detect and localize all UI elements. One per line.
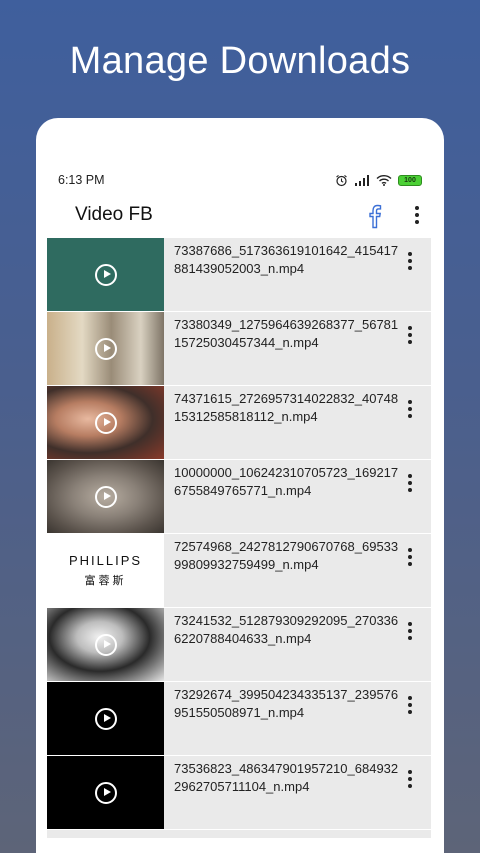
play-icon — [94, 337, 117, 360]
video-row[interactable]: 10000000_106242310705723_169217675584976… — [47, 460, 431, 534]
row-more-options-icon[interactable] — [405, 474, 415, 492]
video-row[interactable]: 73380349_1275964639268377_56781157250304… — [47, 312, 431, 386]
video-thumbnail[interactable] — [47, 312, 164, 385]
video-thumbnail[interactable] — [47, 238, 164, 311]
alarm-icon — [336, 174, 347, 186]
app-bar: Video FB — [36, 200, 444, 230]
row-more-options-icon[interactable] — [405, 622, 415, 640]
headline: Manage Downloads — [69, 40, 411, 82]
wifi-icon — [376, 174, 392, 186]
play-icon — [94, 707, 117, 730]
video-filename: 72574968_2427812790670768_69533998099327… — [174, 539, 399, 572]
play-icon — [94, 263, 117, 286]
play-icon — [94, 411, 117, 434]
bottom-nav-strip — [47, 830, 431, 838]
row-more-options-icon[interactable] — [405, 326, 415, 344]
video-list: 73387686_517363619101642_415417881439052… — [47, 238, 431, 830]
video-filename: 73292674_399504234335137_239576951550508… — [174, 687, 399, 720]
video-row[interactable]: 74371615_2726957314022832_40748153125858… — [47, 386, 431, 460]
play-icon — [94, 485, 117, 508]
signal-icon — [355, 174, 369, 186]
video-row[interactable]: 73387686_517363619101642_415417881439052… — [47, 238, 431, 312]
thumbnail-brand-text: PHILLIPS — [68, 553, 143, 568]
row-more-options-icon[interactable] — [405, 770, 415, 788]
video-thumbnail[interactable]: PHILLIPS 富蓉斯 — [47, 534, 164, 607]
video-filename: 73380349_1275964639268377_56781157250304… — [174, 317, 399, 350]
play-icon — [94, 781, 117, 804]
phone-frame: 6:13 PM 100 Video FB 73387686_5173636191… — [36, 118, 444, 853]
row-more-options-icon[interactable] — [405, 252, 415, 270]
video-thumbnail[interactable] — [47, 756, 164, 829]
video-filename: 74371615_2726957314022832_40748153125858… — [174, 391, 399, 424]
video-filename: 73241532_512879309292095_270336622078840… — [174, 613, 399, 646]
app-title: Video FB — [75, 204, 153, 225]
video-row[interactable]: 73241532_512879309292095_270336622078840… — [47, 608, 431, 682]
row-more-options-icon[interactable] — [405, 696, 415, 714]
video-thumbnail[interactable] — [47, 460, 164, 533]
video-thumbnail[interactable] — [47, 608, 164, 681]
more-options-icon[interactable] — [412, 206, 422, 224]
status-time: 6:13 PM — [58, 173, 105, 187]
facebook-icon[interactable] — [364, 201, 384, 229]
battery-icon: 100 — [398, 174, 422, 186]
video-filename: 10000000_106242310705723_169217675584976… — [174, 465, 399, 498]
video-thumbnail[interactable] — [47, 386, 164, 459]
play-icon — [94, 633, 117, 656]
status-bar: 6:13 PM 100 — [58, 170, 422, 190]
video-filename: 73536823_486347901957210_684932296270571… — [174, 761, 399, 794]
video-row[interactable]: 73292674_399504234335137_239576951550508… — [47, 682, 431, 756]
video-row[interactable]: PHILLIPS 富蓉斯 72574968_2427812790670768_6… — [47, 534, 431, 608]
row-more-options-icon[interactable] — [405, 400, 415, 418]
status-icons: 100 — [335, 174, 422, 187]
thumbnail-sub-text: 富蓉斯 — [84, 575, 127, 587]
row-more-options-icon[interactable] — [405, 548, 415, 566]
video-filename: 73387686_517363619101642_415417881439052… — [174, 243, 399, 276]
video-thumbnail[interactable] — [47, 682, 164, 755]
video-row[interactable]: 73536823_486347901957210_684932296270571… — [47, 756, 431, 830]
